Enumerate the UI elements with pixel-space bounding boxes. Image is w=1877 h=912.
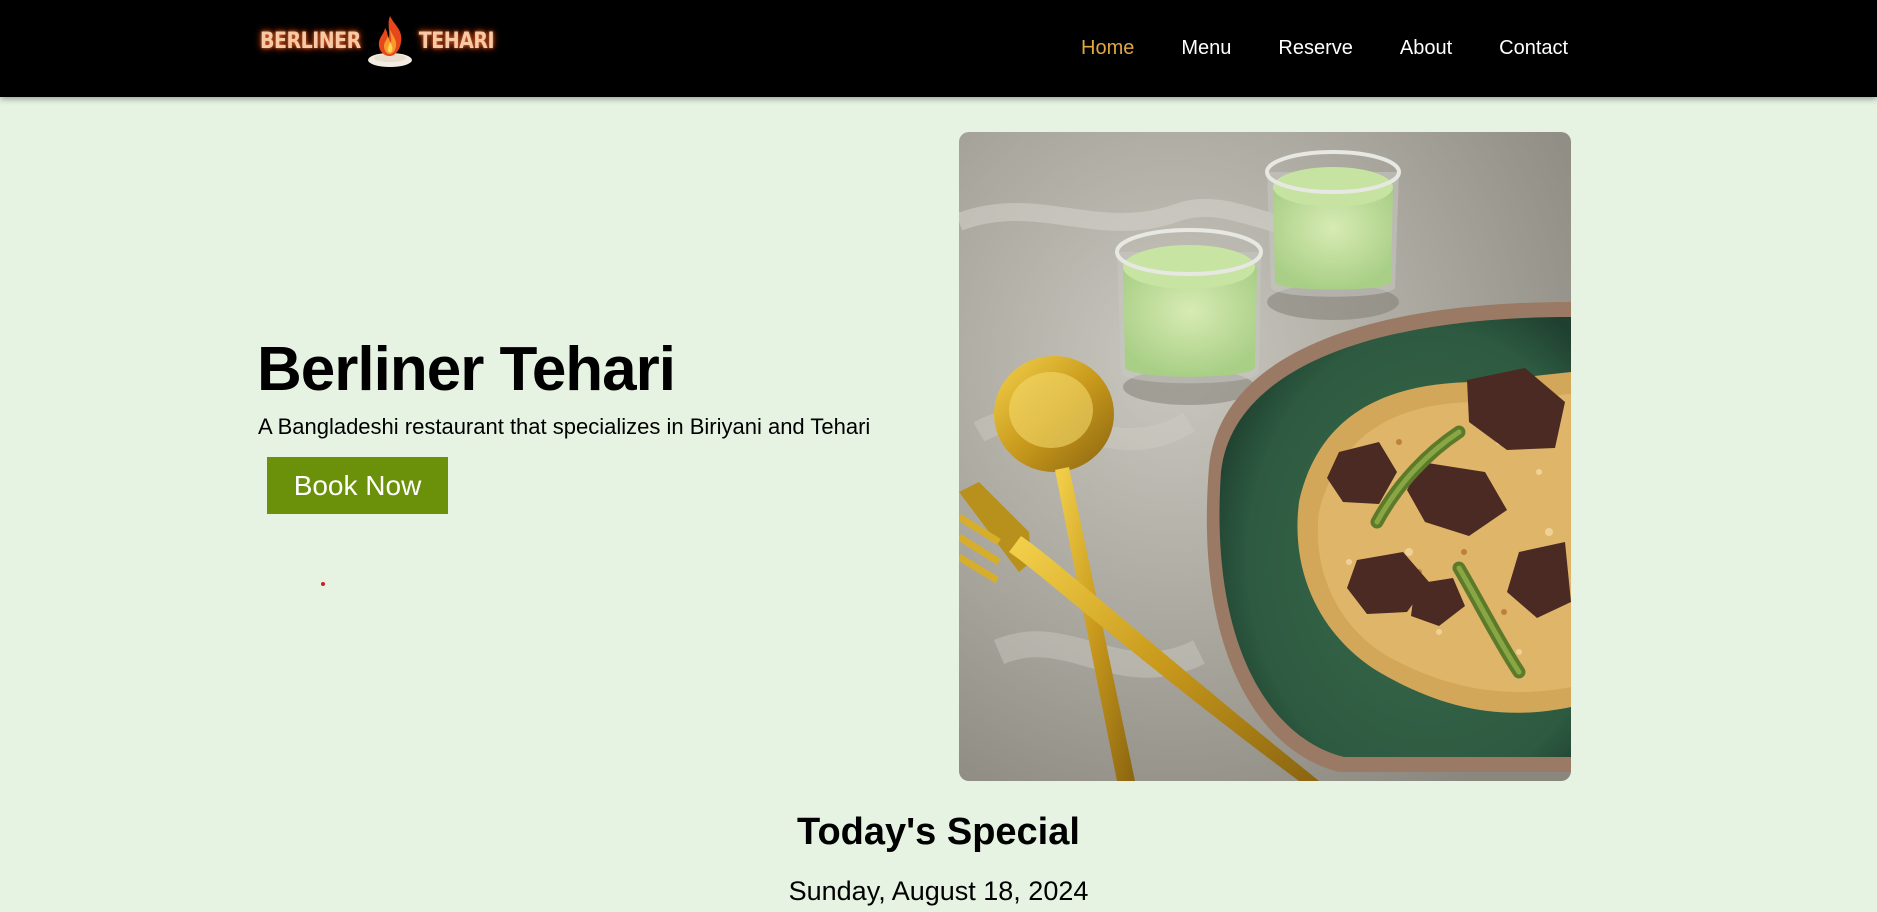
red-dot	[321, 582, 325, 586]
nav-home[interactable]: Home	[1081, 36, 1134, 60]
hero-title: Berliner Tehari	[257, 335, 676, 404]
brand-logo[interactable]: BERLINER TEHARI	[260, 12, 495, 70]
logo-text-left: BERLINER	[260, 28, 361, 54]
todays-special-heading: Today's Special	[797, 811, 1080, 853]
nav-about[interactable]: About	[1400, 36, 1452, 60]
flame-plate-icon	[367, 16, 412, 67]
main-nav: Home Menu Reserve About Contact	[1081, 36, 1568, 60]
navbar: BERLINER TEHARI Home Menu Reserve About …	[0, 0, 1877, 97]
lassi-glass-back	[1265, 150, 1401, 320]
nav-menu[interactable]: Menu	[1181, 36, 1231, 60]
nav-contact[interactable]: Contact	[1499, 36, 1568, 60]
logo-text-right: TEHARI	[418, 28, 495, 54]
book-now-button[interactable]: Book Now	[267, 457, 448, 514]
tehari-plate-photo	[959, 132, 1571, 781]
hero-subtitle: A Bangladeshi restaurant that specialize…	[258, 414, 871, 439]
lassi-glass-front	[1115, 228, 1263, 405]
nav-reserve[interactable]: Reserve	[1278, 36, 1352, 60]
special-date: Sunday, August 18, 2024	[788, 876, 1089, 906]
